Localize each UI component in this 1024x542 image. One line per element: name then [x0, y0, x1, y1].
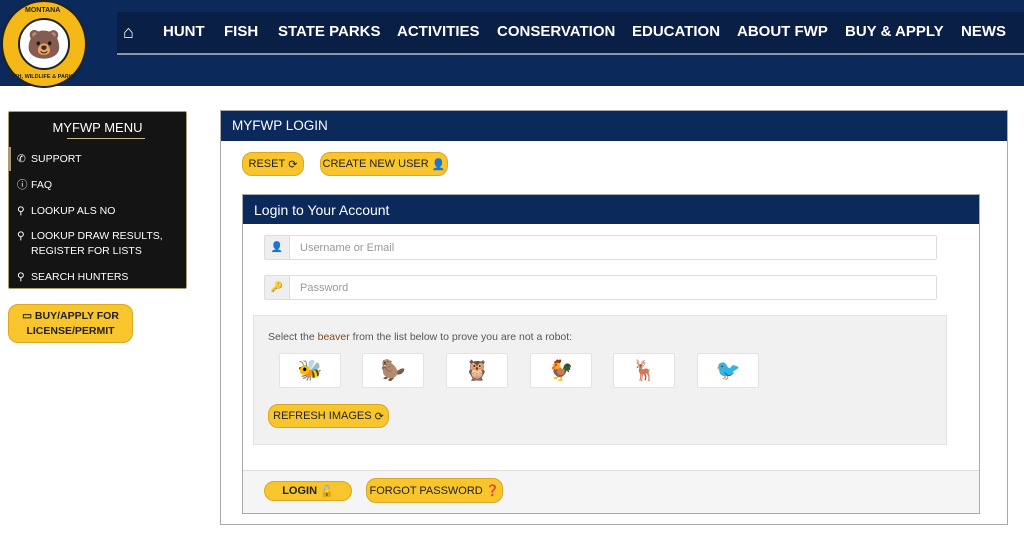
- nav-about-fwp[interactable]: ABOUT FWP: [737, 23, 828, 40]
- forgot-password-button[interactable]: FORGOT PASSWORD ❓: [366, 478, 503, 503]
- key-icon: 🔑: [265, 276, 290, 299]
- menu-item-label: LOOKUP DRAW RESULTS,: [31, 230, 163, 242]
- menu-item-label: LOOKUP ALS NO: [31, 205, 116, 217]
- fwp-logo[interactable]: MONTANA 🐻 FISH, WILDLIFE & PARKS: [1, 0, 87, 88]
- logo-text-top: MONTANA: [25, 7, 61, 14]
- woodpecker-icon: 🐦: [715, 360, 741, 382]
- create-user-label: CREATE NEW USER: [322, 158, 429, 170]
- login-card: Login to Your Account 👤 🔑 Select the bea…: [242, 194, 980, 514]
- refresh-icon: ⟳: [374, 410, 384, 423]
- captcha-beaver[interactable]: 🦫: [362, 353, 424, 388]
- menu-item-lookup-draw[interactable]: ⚲ LOOKUP DRAW RESULTS, REGISTER FOR LISTS: [17, 229, 163, 259]
- buy-apply-license-button[interactable]: ▭ BUY/APPLY FOR LICENSE/PERMIT: [8, 304, 133, 343]
- reset-button[interactable]: RESET ⟳: [242, 152, 304, 176]
- buy-line2: LICENSE/PERMIT: [26, 324, 115, 337]
- user-icon: 👤: [431, 158, 446, 171]
- menu-item-lookup-als[interactable]: ⚲ LOOKUP ALS NO: [17, 204, 115, 219]
- question-circle-icon: ⓘ: [17, 179, 28, 191]
- menu-item-label: SEARCH HUNTERS: [31, 271, 129, 283]
- nav-activities[interactable]: ACTIVITIES: [397, 23, 480, 40]
- menu-title: MYFWP MENU: [52, 120, 143, 135]
- nav-state-parks[interactable]: STATE PARKS: [278, 23, 381, 40]
- nav-fish[interactable]: FISH: [224, 23, 258, 40]
- search-icon: ⚲: [17, 271, 25, 283]
- create-new-user-button[interactable]: CREATE NEW USER 👤: [320, 152, 448, 176]
- beaver-icon: 🦫: [380, 360, 406, 382]
- home-icon[interactable]: ⌂: [123, 22, 134, 43]
- user-icon: 👤: [265, 236, 290, 259]
- menu-item-search-hunters[interactable]: ⚲ SEARCH HUNTERS: [17, 270, 128, 285]
- username-input[interactable]: [290, 236, 936, 259]
- refresh-images-button[interactable]: REFRESH IMAGES ⟳: [268, 404, 389, 428]
- username-field[interactable]: 👤: [264, 235, 937, 260]
- nav-hunt[interactable]: HUNT: [163, 23, 205, 40]
- pheasant-icon: 🐓: [548, 360, 574, 382]
- captcha-woodpecker[interactable]: 🐦: [697, 353, 759, 388]
- card-footer: LOGIN 🔓 FORGOT PASSWORD ❓: [243, 470, 979, 513]
- login-panel: MYFWP LOGIN RESET ⟳ CREATE NEW USER 👤 Lo…: [220, 110, 1008, 525]
- captcha-pheasant[interactable]: 🐓: [530, 353, 592, 388]
- menu-item-label: SUPPORT: [31, 153, 82, 165]
- forgot-label: FORGOT PASSWORD: [369, 484, 483, 497]
- login-label: LOGIN: [282, 485, 318, 497]
- captcha-box: Select the beaver from the list below to…: [253, 315, 947, 445]
- login-button[interactable]: LOGIN 🔓: [264, 481, 352, 501]
- refresh-icon: ⟳: [288, 158, 298, 171]
- captcha-bee[interactable]: 🐝: [279, 353, 341, 388]
- menu-item-faq[interactable]: ⓘ FAQ: [17, 178, 52, 193]
- captcha-instruction: Select the beaver from the list below to…: [268, 331, 573, 343]
- card-title: Login to Your Account: [243, 195, 979, 224]
- logo-text-bottom: FISH, WILDLIFE & PARKS: [9, 74, 77, 80]
- panel-title: MYFWP LOGIN: [221, 111, 1007, 141]
- nav-education[interactable]: EDUCATION: [632, 23, 720, 40]
- deer-icon: 🦌: [631, 360, 657, 382]
- buy-line1: BUY/APPLY FOR: [34, 309, 119, 322]
- captcha-deer[interactable]: 🦌: [613, 353, 675, 388]
- bee-icon: 🐝: [297, 360, 323, 382]
- menu-item-label: FAQ: [31, 179, 53, 191]
- refresh-images-label: REFRESH IMAGES: [273, 410, 372, 422]
- unlock-icon: 🔓: [320, 485, 334, 498]
- nav-news[interactable]: NEWS: [961, 23, 1006, 40]
- menu-item-label-line2: REGISTER FOR LISTS: [31, 245, 142, 257]
- site-header: ⌂ HUNT FISH STATE PARKS ACTIVITIES CONSE…: [0, 0, 1024, 88]
- captcha-owl[interactable]: 🦉: [446, 353, 508, 388]
- reset-label: RESET: [248, 158, 286, 170]
- nav-conservation[interactable]: CONSERVATION: [497, 23, 615, 40]
- myfwp-menu: MYFWP MENU ✆ SUPPORT ⓘ FAQ ⚲ LOOKUP ALS NO …: [8, 111, 187, 289]
- search-icon: ⚲: [17, 230, 25, 242]
- menu-item-support[interactable]: ✆ SUPPORT: [17, 152, 82, 167]
- credit-card-icon: ▭: [22, 309, 32, 322]
- nav-buy-apply[interactable]: BUY & APPLY: [845, 23, 944, 40]
- password-input[interactable]: [290, 276, 936, 299]
- phone-icon: ✆: [17, 153, 26, 165]
- search-icon: ⚲: [17, 205, 25, 217]
- question-circle-icon: ❓: [485, 485, 500, 497]
- bear-icon: 🐻: [18, 18, 70, 70]
- active-indicator: [9, 147, 11, 171]
- password-field[interactable]: 🔑: [264, 275, 937, 300]
- owl-icon: 🦉: [464, 360, 490, 382]
- main-nav: ⌂ HUNT FISH STATE PARKS ACTIVITIES CONSE…: [117, 12, 1024, 55]
- captcha-target: beaver: [317, 331, 350, 343]
- divider: [67, 138, 145, 139]
